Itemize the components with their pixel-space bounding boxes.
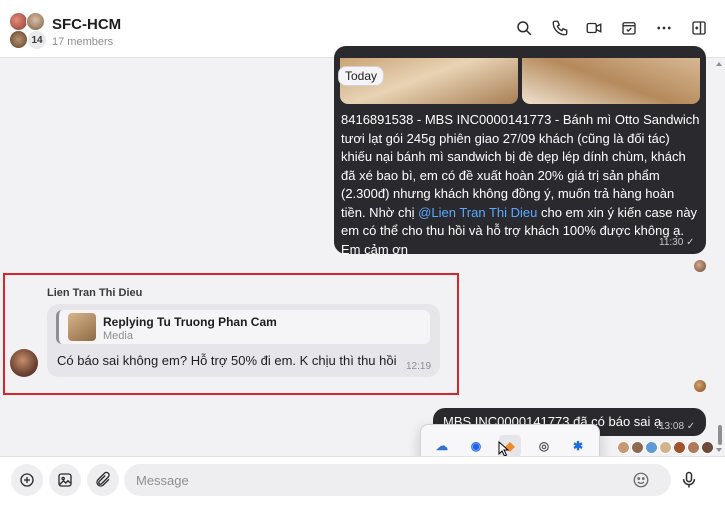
member-avatar: [9, 30, 28, 49]
cloud-icon[interactable]: ☁: [431, 435, 453, 457]
incoming-message-text: Có báo sai không em? Hỗ trợ 50% đi em. K…: [57, 353, 397, 368]
reply-subtitle: Media: [103, 330, 133, 342]
seen-avatar: [617, 441, 630, 454]
seen-avatar: [659, 441, 672, 454]
member-avatar: [26, 12, 45, 31]
attach-button[interactable]: [87, 464, 119, 496]
group-avatar[interactable]: 14: [9, 12, 47, 50]
message-timestamp: 11:30 ✓: [659, 237, 695, 248]
mouse-cursor-icon: [498, 441, 510, 457]
message-timestamp: 13:08 ✓: [659, 421, 696, 432]
phone-icon[interactable]: [549, 17, 571, 39]
seen-avatar: [701, 441, 714, 454]
emoji-icon[interactable]: [632, 471, 650, 489]
outgoing-message-text: 8416891538 - MBS INC0000141773 - Bánh mì…: [341, 111, 701, 259]
seen-avatar: [694, 260, 706, 272]
seen-avatar: [645, 441, 658, 454]
search-icon[interactable]: [513, 17, 535, 39]
scrollbar-thumb[interactable]: [718, 425, 722, 445]
member-count[interactable]: 17 members: [52, 36, 113, 48]
member-count-badge: 14: [27, 30, 47, 50]
zalo-app-icon[interactable]: ◉: [465, 435, 487, 457]
sticker-button[interactable]: [49, 464, 81, 496]
microphone-icon[interactable]: [678, 466, 700, 494]
chat-title[interactable]: SFC-HCM: [52, 16, 121, 33]
add-button[interactable]: [11, 464, 43, 496]
seen-avatar: [694, 380, 706, 392]
seen-avatars-row: [617, 441, 714, 455]
date-chip: Today: [338, 66, 385, 86]
sync-icon[interactable]: ◎: [533, 435, 555, 457]
attached-photo[interactable]: [522, 58, 700, 104]
scroll-up-arrow[interactable]: [716, 62, 722, 66]
video-call-icon[interactable]: [583, 17, 605, 39]
more-icon[interactable]: [653, 17, 675, 39]
scroll-down-arrow[interactable]: [716, 448, 722, 452]
bluetooth-icon[interactable]: ✱: [567, 435, 589, 457]
task-icon[interactable]: [618, 17, 640, 39]
reply-title: Replying Tu Truong Phan Cam: [103, 315, 277, 329]
message-input[interactable]: [124, 464, 671, 496]
seen-avatar: [631, 441, 644, 454]
mention-link[interactable]: @Lien Tran Thi Dieu: [418, 205, 537, 220]
seen-avatar: [673, 441, 686, 454]
message-text-segment: 8416891538 - MBS INC0000141773 - Bánh mì…: [341, 112, 700, 220]
message-timestamp: 12:19: [406, 361, 432, 372]
sender-name[interactable]: Lien Tran Thi Dieu: [47, 287, 142, 299]
seen-avatar: [687, 441, 700, 454]
sender-avatar[interactable]: [10, 349, 38, 377]
side-panel-icon[interactable]: [688, 17, 710, 39]
reply-thumbnail: [68, 313, 96, 341]
